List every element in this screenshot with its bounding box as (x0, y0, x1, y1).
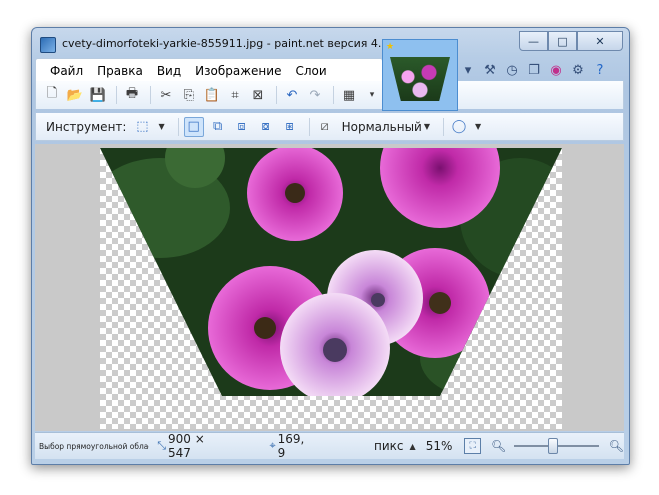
tool-dropdown-arrow-icon[interactable]: ▼ (158, 122, 164, 131)
zoom-out-icon[interactable]: 🔍︎ (491, 439, 506, 453)
cut-icon[interactable]: ✂ (156, 85, 176, 105)
window-toggles: ▾ ⚒ ◷ ❐ ◉ ⚙ ? (460, 62, 608, 78)
redo-icon[interactable]: ↷ (305, 85, 325, 105)
undo-icon[interactable]: ↶ (282, 85, 302, 105)
blend-mode-dropdown-arrow-icon[interactable]: ▼ (424, 122, 430, 131)
selection-mode-exclude-icon[interactable]: ⧈ (232, 117, 252, 137)
close-button[interactable]: ✕ (577, 31, 623, 51)
paste-icon[interactable]: 📋 (202, 85, 222, 105)
image-tab-thumbnail[interactable]: ★ (382, 39, 458, 111)
cursor-position-display: ⌖ 169, 9 (269, 432, 312, 460)
copy-icon[interactable]: ⎘ (179, 85, 199, 105)
help-icon[interactable]: ? (592, 62, 608, 78)
zoom-value[interactable]: 51% (426, 439, 453, 453)
divider (150, 86, 151, 104)
zoom-slider-knob[interactable] (548, 438, 559, 454)
app-window: cvety-dimorfoteki-yarkie-855911.jpg - pa… (31, 27, 630, 465)
paintnet-app-icon[interactable] (40, 37, 56, 53)
thumbnail-image (390, 57, 450, 101)
toolbar-overflow-icon[interactable]: ▾ (362, 85, 382, 105)
selection-mode-replace-icon[interactable]: □ (183, 116, 204, 137)
minimize-button[interactable]: — (519, 31, 548, 51)
antialiasing-icon[interactable]: ◯ (449, 117, 469, 137)
main-toolbar: 🗋 📂 💾 🖶 ✂ ⎘ 📋 ⌗ ⊠ ↶ ↷ ▦ ▾ (35, 81, 624, 109)
divider (116, 86, 117, 104)
title-bar[interactable]: cvety-dimorfoteki-yarkie-855911.jpg - pa… (32, 28, 629, 58)
blend-mode-select[interactable]: Нормальный (342, 120, 422, 134)
zoom-to-window-icon[interactable]: ⛶ (464, 438, 482, 454)
tools-icon[interactable]: ⚒ (482, 62, 498, 78)
status-hint: Выбор прямоугольной области... (39, 441, 149, 451)
divider (443, 117, 445, 136)
divider (308, 117, 310, 136)
cursor-position-icon: ⌖ (269, 439, 276, 452)
rectangle-select-icon[interactable]: ⬚ (132, 117, 152, 137)
menu-edit[interactable]: Правка (91, 64, 149, 78)
blend-mode-icon[interactable]: ⧄ (315, 117, 335, 137)
canvas-area[interactable] (35, 144, 624, 431)
image-size-value: 900 × 547 (168, 432, 205, 460)
zoom-in-icon[interactable]: 🔍︎ (609, 439, 624, 453)
crop-to-selection-icon[interactable]: ⌗ (225, 85, 245, 105)
menu-file[interactable]: Файл (44, 64, 89, 78)
menu-layers[interactable]: Слои (289, 64, 332, 78)
menu-image[interactable]: Изображение (189, 64, 287, 78)
menu-bar: Файл Правка Вид Изображение Слои (35, 58, 383, 82)
selection-mode-invert-icon[interactable]: ⧆ (280, 117, 300, 137)
print-icon[interactable]: 🖶 (122, 85, 142, 105)
grid-icon[interactable]: ▦ (339, 85, 359, 105)
window-controls: — □ ✕ (519, 31, 623, 51)
colors-icon[interactable]: ◉ (548, 62, 564, 78)
units-dropdown-arrow-icon[interactable]: ▲ (410, 442, 416, 451)
divider (276, 86, 277, 104)
cursor-position-value: 169, 9 (277, 432, 305, 460)
image-size-icon: ⤡ (157, 439, 167, 452)
deselect-icon[interactable]: ⊠ (248, 85, 268, 105)
zoom-slider[interactable] (514, 438, 599, 454)
new-file-icon[interactable]: 🗋 (42, 85, 62, 105)
menu-view[interactable]: Вид (151, 64, 187, 78)
units-select[interactable]: пикс (374, 439, 404, 453)
open-folder-icon[interactable]: 📂 (65, 85, 85, 105)
status-bar: Выбор прямоугольной области... ⤡ 900 × 5… (35, 432, 624, 460)
settings-icon[interactable]: ⚙ (570, 62, 586, 78)
divider (177, 117, 179, 136)
save-icon[interactable]: 💾 (88, 85, 108, 105)
window-title: cvety-dimorfoteki-yarkie-855911.jpg - pa… (62, 37, 406, 50)
selection-mode-intersect-icon[interactable]: ⧇ (256, 117, 276, 137)
image-size-display: ⤡ 900 × 547 (157, 432, 225, 460)
tool-label: Инструмент: (46, 119, 127, 134)
image-content (100, 148, 562, 396)
selection-mode-union-icon[interactable]: ⧉ (208, 117, 228, 137)
layers-icon[interactable]: ❐ (526, 62, 542, 78)
history-icon[interactable]: ◷ (504, 62, 520, 78)
tool-options-bar: Инструмент: ⬚ ▼ □ ⧉ ⧈ ⧇ ⧆ ⧄ Нормальный ▼… (35, 113, 624, 141)
dropdown-arrow-icon[interactable]: ▾ (460, 62, 476, 78)
document-canvas[interactable] (100, 148, 562, 429)
unsaved-star-icon: ★ (386, 42, 395, 52)
divider (333, 86, 334, 104)
antialiasing-dropdown-arrow-icon[interactable]: ▼ (475, 122, 481, 131)
maximize-button[interactable]: □ (548, 31, 577, 51)
